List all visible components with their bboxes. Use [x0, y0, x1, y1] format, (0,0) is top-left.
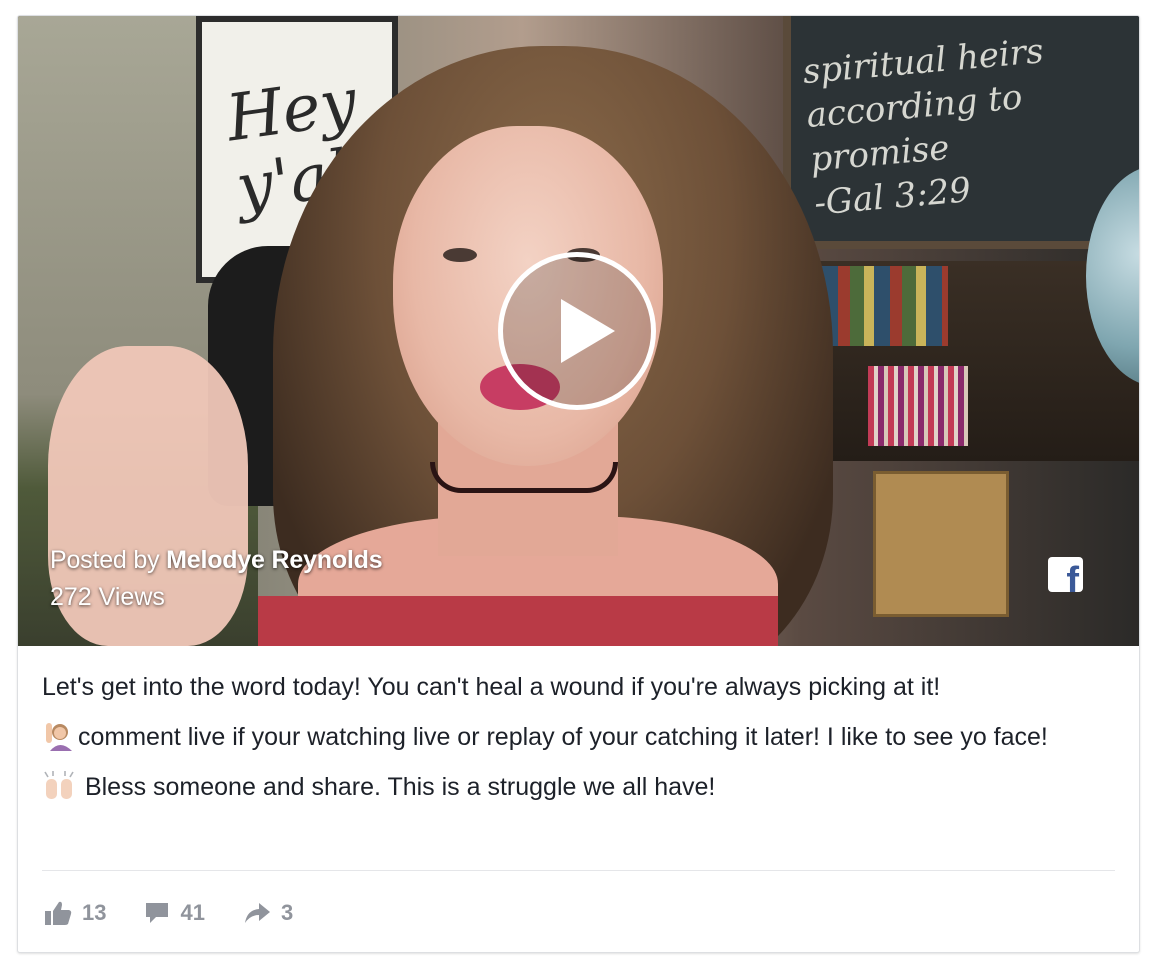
divider [42, 870, 1115, 871]
caption-line-1: Let's get into the word today! You can't… [42, 673, 941, 701]
comment-count: 41 [180, 900, 205, 925]
cardboard-box [873, 471, 1009, 617]
engagement-stats: 13 41 3 [44, 896, 293, 930]
play-button[interactable] [498, 252, 656, 410]
person-choker [430, 462, 618, 493]
video-player[interactable]: Hey y'all spiritual heirs according to pro… [18, 16, 1139, 646]
posted-by-prefix: Posted by [50, 546, 160, 574]
post-caption: Let's get into the word today! You can't… [42, 669, 1117, 819]
like-count: 13 [82, 900, 107, 925]
share-icon [244, 903, 270, 923]
person-top [258, 596, 778, 646]
facebook-icon[interactable]: f [1048, 557, 1083, 592]
comment-icon [146, 903, 169, 923]
video-post-card: Hey y'all spiritual heirs according to pro… [17, 15, 1140, 953]
caption-line-3-text: Bless someone and share. This is a strug… [78, 773, 716, 801]
posted-by: Posted by Melodye Reynolds [50, 546, 383, 575]
share-count: 3 [280, 900, 294, 925]
caption-line-2-text: comment live if your watching live or re… [78, 723, 1048, 751]
caption-line-2: comment live if your watching live or re… [42, 719, 1117, 756]
view-count: 272 Views [50, 583, 165, 611]
thumbs-up-icon [45, 901, 72, 925]
person-raising-hand-icon [42, 721, 74, 751]
caption-line-3: Bless someone and share. This is a strug… [42, 769, 1117, 806]
like-stat[interactable]: 13 [44, 900, 106, 926]
crayon-bin [868, 366, 968, 446]
comment-stat[interactable]: 41 [144, 900, 205, 926]
author-name[interactable]: Melodye Reynolds [166, 546, 382, 574]
play-icon [561, 299, 615, 363]
chalkboard-writing: spiritual heirs according to promise -Gal … [801, 31, 1046, 224]
raising-hands-icon [42, 771, 74, 801]
share-stat[interactable]: 3 [243, 900, 293, 926]
person-eye-left [443, 248, 477, 262]
